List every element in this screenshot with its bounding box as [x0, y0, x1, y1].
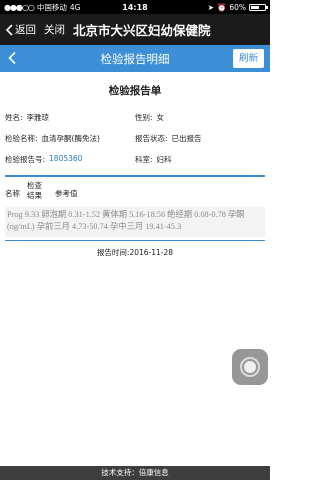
- section-divider: [5, 240, 265, 241]
- wechat-close-button[interactable]: 关闭: [44, 22, 65, 37]
- chevron-left-icon: [5, 23, 13, 36]
- gender-value: 女: [156, 113, 165, 122]
- department-value: 妇科: [156, 155, 172, 164]
- refresh-button[interactable]: 刷新: [232, 49, 264, 68]
- page-title: 北京市大兴区妇幼保健院: [73, 23, 211, 38]
- assistive-touch-button[interactable]: [232, 349, 268, 385]
- carrier-label: 中国移动: [36, 2, 67, 12]
- wechat-back-button[interactable]: 返回: [5, 22, 36, 37]
- footer: 技术支持：倍康信息: [0, 466, 270, 480]
- report-number-link[interactable]: 1805360: [49, 154, 82, 165]
- location-icon: ➤: [207, 2, 214, 12]
- name-label: 姓名:: [5, 113, 23, 122]
- status-left: ●●●○○ 中国移动 4G: [4, 2, 81, 13]
- wechat-back-label: 返回: [15, 24, 36, 36]
- battery-icon: [249, 3, 268, 11]
- report-number-label: 检验报告号:: [5, 155, 46, 164]
- report-status-field: 报告状态: 已出报告: [135, 133, 265, 144]
- column-header-result: 检查结果: [27, 181, 42, 200]
- gender-field: 性别: 女: [135, 112, 265, 123]
- status-bar: ●●●○○ 中国移动 4G 14:18 ➤ ⏰ 60%: [0, 0, 270, 14]
- test-name-field: 检验名称: 血清孕酮(酶免法): [5, 133, 135, 144]
- back-arrow-icon[interactable]: [6, 51, 20, 65]
- report-status-value: 已出报告: [171, 134, 202, 143]
- info-row: 检验名称: 血清孕酮(酶免法) 报告状态: 已出报告: [5, 128, 265, 149]
- report-status-label: 报告状态:: [135, 134, 168, 143]
- patient-info: 姓名: 李雅琼 性别: 女 检验名称: 血清孕酮(酶免法) 报告状态: 已出报告…: [0, 107, 270, 170]
- test-name-value: 血清孕酮(酶免法): [41, 134, 100, 143]
- report-time-label: 报告时间:: [96, 248, 130, 257]
- name-field: 姓名: 李雅琼: [5, 112, 135, 123]
- table-row: Prog 9.33 卵泡期 0.31-1.52 黄体期 5.16-18.56 绝…: [5, 207, 265, 237]
- report-time: 报告时间:2016-11-28: [0, 247, 270, 258]
- test-name-label: 检验名称:: [5, 134, 38, 143]
- app-header: 检验报告明细 刷新: [0, 45, 270, 72]
- network-type: 4G: [69, 2, 81, 12]
- status-right: ➤ ⏰ 60%: [207, 2, 268, 12]
- column-header-name: 名称: [5, 189, 20, 198]
- battery-percent: 60%: [229, 2, 246, 12]
- name-value: 李雅琼: [26, 113, 50, 122]
- battery-fill: [251, 5, 259, 9]
- report-number-field: 检验报告号: 1805360: [5, 154, 135, 165]
- result-row-text: Prog 9.33 卵泡期 0.31-1.52 黄体期 5.16-18.56 绝…: [7, 210, 245, 231]
- gender-label: 性别:: [135, 113, 153, 122]
- report-time-value: 2016-11-28: [129, 248, 174, 257]
- department-label: 科室:: [135, 155, 153, 164]
- info-row: 姓名: 李雅琼 性别: 女: [5, 107, 265, 128]
- report-title: 检验报告单: [108, 85, 162, 97]
- signal-icon: ●●●○○: [4, 2, 35, 12]
- assistive-touch-icon: [240, 357, 260, 377]
- column-header-reference: 参考值: [55, 189, 78, 198]
- assistive-touch-core: [244, 361, 256, 373]
- info-row: 检验报告号: 1805360 科室: 妇科: [5, 149, 265, 170]
- results-table-header: 名称 检查结果 参考值: [0, 181, 270, 205]
- section-divider: [5, 175, 265, 177]
- alarm-icon: ⏰: [216, 2, 227, 12]
- wechat-nav-bar: 返回 关闭 北京市大兴区妇幼保健院: [0, 14, 270, 45]
- department-field: 科室: 妇科: [135, 154, 265, 165]
- app-header-title: 检验报告明细: [100, 51, 170, 66]
